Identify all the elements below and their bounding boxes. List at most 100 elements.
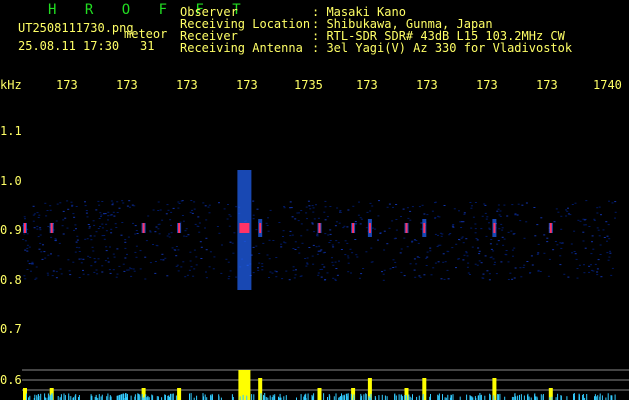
noise-speck	[135, 245, 138, 247]
noise-speck	[502, 244, 505, 246]
noise-speck	[266, 254, 269, 256]
noise-speck	[95, 231, 98, 233]
meter-noise	[123, 393, 124, 400]
noise-speck	[440, 235, 443, 237]
noise-speck	[177, 201, 180, 203]
meter-noise	[109, 395, 111, 400]
meter-noise	[363, 394, 365, 400]
noise-speck	[294, 249, 297, 250]
noise-speck	[347, 262, 350, 264]
noise-speck	[309, 208, 312, 210]
noise-speck	[292, 248, 295, 249]
noise-speck	[548, 258, 551, 260]
noise-speck	[498, 228, 501, 230]
echo-core	[178, 223, 181, 233]
noise-speck	[268, 239, 271, 241]
noise-speck	[37, 217, 40, 218]
noise-speck	[522, 267, 525, 268]
noise-speck	[576, 277, 579, 279]
noise-speck	[76, 235, 79, 237]
meter-noise	[335, 393, 337, 400]
noise-speck	[294, 241, 297, 243]
noise-speck	[170, 211, 173, 213]
noise-speck	[73, 229, 75, 231]
meter-noise	[398, 394, 400, 400]
noise-speck	[571, 204, 574, 205]
noise-speck	[195, 264, 198, 266]
noise-speck	[597, 259, 600, 261]
noise-speck	[512, 255, 514, 257]
noise-speck	[120, 234, 123, 236]
noise-speck	[576, 268, 579, 269]
noise-speck	[537, 252, 540, 254]
noise-speck	[204, 227, 206, 229]
noise-speck	[400, 248, 403, 250]
noise-speck	[235, 276, 238, 278]
noise-speck	[202, 202, 205, 204]
meter-noise	[263, 395, 264, 400]
noise-speck	[183, 235, 186, 237]
noise-speck	[111, 202, 114, 204]
noise-speck	[289, 201, 292, 203]
meter-noise	[333, 396, 335, 400]
noise-speck	[583, 224, 586, 226]
noise-speck	[71, 204, 74, 206]
noise-speck	[46, 210, 49, 211]
noise-speck	[284, 242, 287, 244]
noise-speck	[61, 225, 64, 227]
noise-speck	[228, 214, 231, 216]
noise-speck	[49, 209, 52, 211]
meter-noise	[90, 396, 92, 400]
meter-noise	[471, 396, 473, 400]
meter-noise	[190, 393, 192, 400]
noise-speck	[181, 215, 184, 216]
noise-speck	[23, 216, 26, 218]
meter-noise	[498, 394, 499, 400]
meter-noise	[499, 393, 501, 400]
noise-speck	[190, 266, 193, 268]
noise-speck	[599, 244, 602, 246]
meter-noise	[582, 394, 584, 400]
echo-core	[239, 223, 250, 233]
noise-speck	[221, 244, 223, 246]
noise-speck	[419, 276, 422, 278]
noise-speck	[111, 204, 114, 206]
noise-speck	[359, 217, 362, 219]
noise-speck	[149, 230, 152, 232]
noise-speck	[195, 256, 198, 258]
noise-speck	[155, 244, 158, 246]
noise-speck	[324, 206, 327, 208]
noise-speck	[556, 244, 559, 246]
noise-speck	[297, 246, 300, 248]
noise-speck	[80, 262, 83, 264]
noise-speck	[175, 265, 178, 267]
noise-speck	[55, 277, 58, 279]
noise-speck	[323, 211, 326, 213]
noise-speck	[317, 274, 320, 276]
noise-speck	[426, 251, 429, 253]
noise-speck	[403, 237, 406, 239]
noise-speck	[400, 271, 403, 273]
noise-speck	[278, 222, 281, 223]
noise-speck	[107, 219, 109, 221]
meter-noise	[534, 393, 536, 400]
echo-core	[423, 223, 426, 233]
noise-speck	[607, 259, 610, 261]
noise-speck	[358, 201, 360, 203]
noise-speck	[89, 256, 92, 258]
noise-speck	[122, 263, 125, 265]
meter-noise	[601, 395, 603, 400]
noise-speck	[177, 249, 180, 251]
noise-speck	[35, 266, 38, 268]
noise-speck	[179, 221, 182, 223]
noise-speck	[188, 269, 191, 271]
noise-speck	[346, 226, 349, 228]
noise-speck	[614, 201, 617, 203]
noise-speck	[474, 202, 477, 203]
meter-noise	[204, 394, 206, 400]
noise-speck	[383, 269, 386, 271]
noise-speck	[58, 242, 61, 244]
noise-speck	[425, 265, 428, 266]
meter-noise	[408, 394, 410, 400]
noise-speck	[608, 200, 610, 202]
